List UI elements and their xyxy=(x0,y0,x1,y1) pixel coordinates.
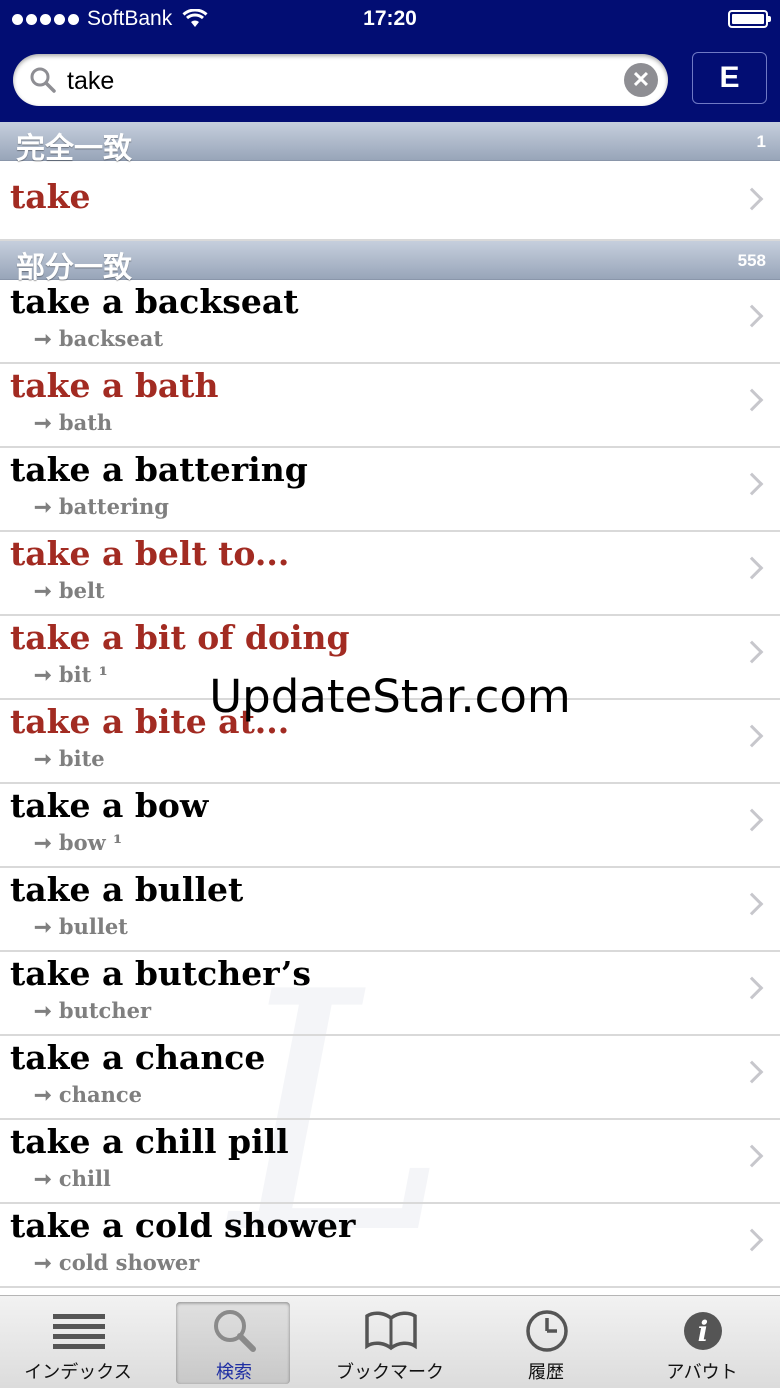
tab-bookmark[interactable]: ブックマーク xyxy=(312,1296,468,1388)
entry-headword: take a bite at... xyxy=(10,702,290,741)
entry-headword: take a battering xyxy=(10,450,308,489)
entry-reference: ➞ chance xyxy=(34,1082,142,1107)
navigation-bar: SoftBank 17:20 ✕ E xyxy=(0,0,780,122)
list-item[interactable]: take a bow ➞ bow ¹ xyxy=(0,784,780,868)
entry-reference: ➞ bullet xyxy=(34,914,128,939)
chevron-right-icon xyxy=(740,1060,764,1084)
entry-reference: ➞ bit ¹ xyxy=(34,662,108,687)
chevron-right-icon xyxy=(740,892,764,916)
chevron-right-icon xyxy=(740,556,764,580)
tab-index[interactable]: インデックス xyxy=(0,1296,156,1388)
status-bar: SoftBank 17:20 xyxy=(0,0,780,40)
search-field[interactable]: ✕ xyxy=(13,54,668,106)
list-item[interactable]: take a bullet ➞ bullet xyxy=(0,868,780,952)
tab-about[interactable]: i アバウト xyxy=(624,1296,780,1388)
entry-reference: ➞ butcher xyxy=(34,998,152,1023)
entry-headword: take a bow xyxy=(10,786,209,825)
tab-bar: インデックス 検索 ブックマーク 履歴 i アバウト xyxy=(0,1295,780,1388)
list-item[interactable]: take a cold shower ➞ cold shower xyxy=(0,1204,780,1288)
chevron-right-icon xyxy=(740,472,764,496)
entry-reference: ➞ bow ¹ xyxy=(34,830,123,855)
entry-reference: ➞ belt xyxy=(34,578,105,603)
chevron-right-icon xyxy=(740,808,764,832)
tab-label: インデックス xyxy=(24,1362,132,1382)
search-input[interactable] xyxy=(65,62,609,100)
chevron-right-icon xyxy=(740,304,764,328)
info-icon: i xyxy=(684,1312,722,1350)
section-count: 1 xyxy=(756,132,766,151)
list-item[interactable]: take a bit of doing ➞ bit ¹ xyxy=(0,616,780,700)
entry-headword: take xyxy=(10,177,91,216)
chevron-right-icon xyxy=(740,1228,764,1252)
list-item[interactable]: take a battering ➞ battering xyxy=(0,448,780,532)
list-item[interactable]: take a chance ➞ chance xyxy=(0,1036,780,1120)
chevron-right-icon xyxy=(740,187,764,211)
clear-icon[interactable]: ✕ xyxy=(624,63,658,97)
chevron-right-icon xyxy=(740,1144,764,1168)
tab-search[interactable]: 検索 xyxy=(156,1296,312,1388)
tab-label: アバウト xyxy=(666,1362,738,1382)
entry-reference: ➞ battering xyxy=(34,494,169,519)
clock-time: 17:20 xyxy=(363,7,417,30)
list-item[interactable]: take a butcher’s ➞ butcher xyxy=(0,952,780,1036)
chevron-right-icon xyxy=(740,640,764,664)
results-list[interactable]: L 完全一致 1 take 部分一致 558 take a backseat ➞ backs… xyxy=(0,122,780,1295)
tab-label: ブックマーク xyxy=(336,1362,444,1382)
tab-label: 検索 xyxy=(216,1362,252,1382)
chevron-right-icon xyxy=(740,724,764,748)
search-icon xyxy=(30,67,56,93)
entry-reference: ➞ bath xyxy=(34,410,113,435)
entry-headword: take a cold shower xyxy=(10,1206,356,1245)
list-icon xyxy=(53,1314,105,1349)
entry-headword: take a backseat xyxy=(10,282,299,321)
tab-history[interactable]: 履歴 xyxy=(468,1296,624,1388)
entry-headword: take a butcher’s xyxy=(10,954,311,993)
battery-icon xyxy=(728,10,771,28)
entry-headword: take a chill pill xyxy=(10,1122,289,1161)
list-item[interactable]: take a bath ➞ bath xyxy=(0,364,780,448)
list-item[interactable]: take a chill pill ➞ chill xyxy=(0,1120,780,1204)
entry-reference: ➞ cold shower xyxy=(34,1250,200,1275)
entry-reference: ➞ backseat xyxy=(34,326,164,351)
language-toggle-button[interactable]: E xyxy=(692,52,767,104)
list-item[interactable]: take a backseat ➞ backseat xyxy=(0,280,780,364)
entry-headword: take a bit of doing xyxy=(10,618,350,657)
tab-label: 履歴 xyxy=(528,1362,564,1382)
entry-reference: ➞ chill xyxy=(34,1166,111,1191)
chevron-right-icon xyxy=(740,976,764,1000)
list-item[interactable]: take a collection xyxy=(0,1288,780,1295)
entry-reference: ➞ bite xyxy=(34,746,105,771)
chevron-right-icon xyxy=(740,388,764,412)
list-item[interactable]: take xyxy=(0,161,780,241)
section-header: 完全一致 1 xyxy=(0,122,780,165)
list-item[interactable]: take a bite at... ➞ bite xyxy=(0,700,780,784)
entry-headword: take a chance xyxy=(10,1038,266,1077)
svg-text:i: i xyxy=(698,1315,709,1348)
entry-headword: take a bath xyxy=(10,366,219,405)
section-count: 558 xyxy=(737,251,766,270)
entry-headword: take a belt to... xyxy=(10,534,290,573)
section-header: 部分一致 558 xyxy=(0,241,780,284)
search-icon xyxy=(214,1310,256,1352)
book-icon xyxy=(365,1311,417,1351)
list-item[interactable]: take a belt to... ➞ belt xyxy=(0,532,780,616)
clock-icon xyxy=(526,1310,568,1352)
entry-headword: take a bullet xyxy=(10,870,244,909)
